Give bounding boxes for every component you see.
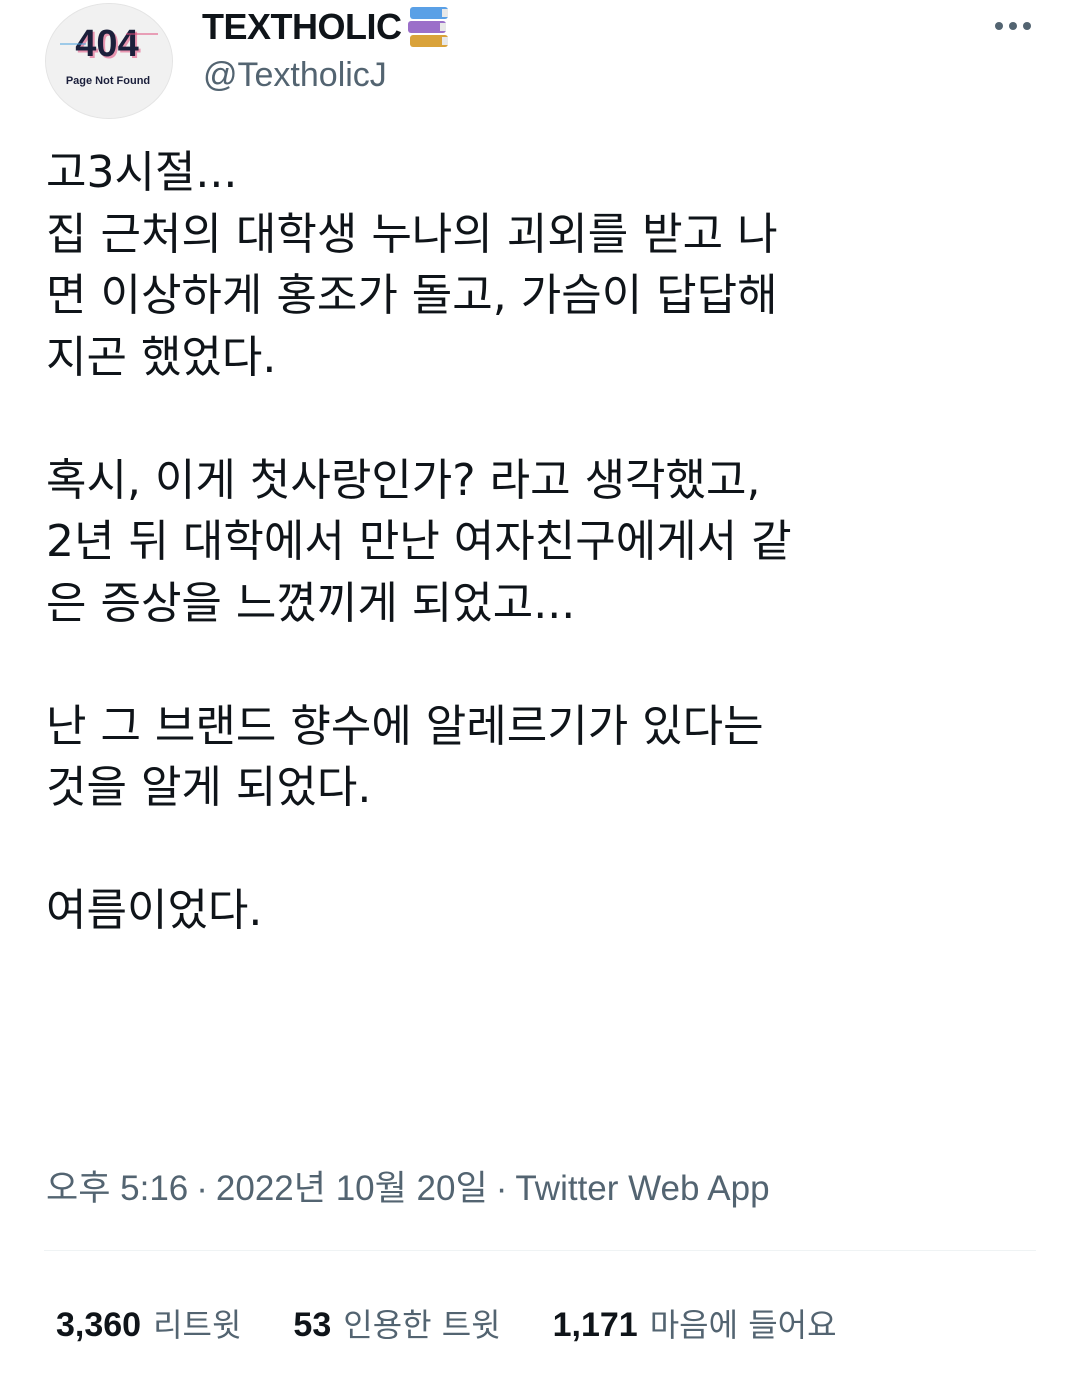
quotes-stat[interactable]: 53 인용한 트윗	[293, 1300, 500, 1346]
tweet-time[interactable]: 오후 5:16	[46, 1169, 188, 1208]
more-dot	[1023, 22, 1031, 30]
tweet-line: 지곤 했었다.	[46, 331, 277, 383]
quotes-count: 53	[293, 1306, 332, 1344]
likes-label: 마음에 들어요	[649, 1306, 837, 1344]
more-horizontal-icon	[995, 22, 1003, 30]
tweet-line: 면 이상하게 홍조가 돌고, 가슴이 답답해	[46, 270, 778, 321]
avatar-page-not-found-text: Page Not Found	[66, 75, 150, 87]
retweets-label: 리트윗	[153, 1306, 242, 1344]
more-options-button[interactable]	[988, 8, 1038, 44]
tweet-text: 고3시절... 집 근처의 대학생 누나의 괴외를 받고 나 면 이상하게 홍조…	[46, 142, 1046, 942]
retweets-count: 3,360	[56, 1306, 142, 1344]
tweet-stats: 3,360 리트윗 53 인용한 트윗 1,171 마음에 들어요	[56, 1300, 889, 1346]
avatar[interactable]: 404 404 Page Not Found	[45, 3, 173, 119]
user-handle[interactable]: @TextholicJ	[203, 56, 387, 95]
tweet-line: 은 증상을 느꼈끼게 되었고...	[46, 577, 576, 629]
display-name[interactable]: TEXTHOLIC	[202, 6, 402, 48]
tweet-line: 난 그 브랜드 향수에 알레르기가 있다는	[46, 700, 764, 752]
tweet-line: 여름이었다.	[46, 885, 263, 936]
likes-stat[interactable]: 1,171 마음에 들어요	[553, 1300, 837, 1346]
meta-separator: ·	[196, 1169, 208, 1208]
tweet-meta: 오후 5:16 · 2022년 10월 20일 · Twitter Web App	[46, 1160, 770, 1211]
tweet-line: 것을 알게 되었다.	[46, 762, 372, 813]
likes-count: 1,171	[552, 1306, 638, 1344]
books-icon	[406, 5, 452, 49]
tweet-line: 집 근처의 대학생 누나의 괴외를 받고 나	[46, 208, 778, 260]
tweet-line: 고3시절...	[46, 147, 238, 198]
display-name-row: TEXTHOLIC	[202, 2, 452, 52]
retweets-stat[interactable]: 3,360 리트윗	[56, 1300, 241, 1346]
tweet-line: 2년 뒤 대학에서 만난 여자친구에게서 같	[46, 516, 792, 567]
quotes-label: 인용한 트윗	[343, 1306, 501, 1344]
meta-separator: ·	[495, 1169, 508, 1208]
tweet-source[interactable]: Twitter Web App	[515, 1169, 769, 1208]
avatar-404-image: 404 404 Page Not Found	[46, 4, 172, 118]
more-dot	[1009, 22, 1017, 30]
divider	[44, 1250, 1036, 1251]
tweet-header: 404 404 Page Not Found TEXTHOLIC @Textho…	[0, 0, 1080, 140]
tweet-date[interactable]: 2022년 10월 20일	[216, 1169, 488, 1208]
tweet-line: 혹시, 이게 첫사랑인가? 라고 생각했고,	[46, 454, 761, 506]
